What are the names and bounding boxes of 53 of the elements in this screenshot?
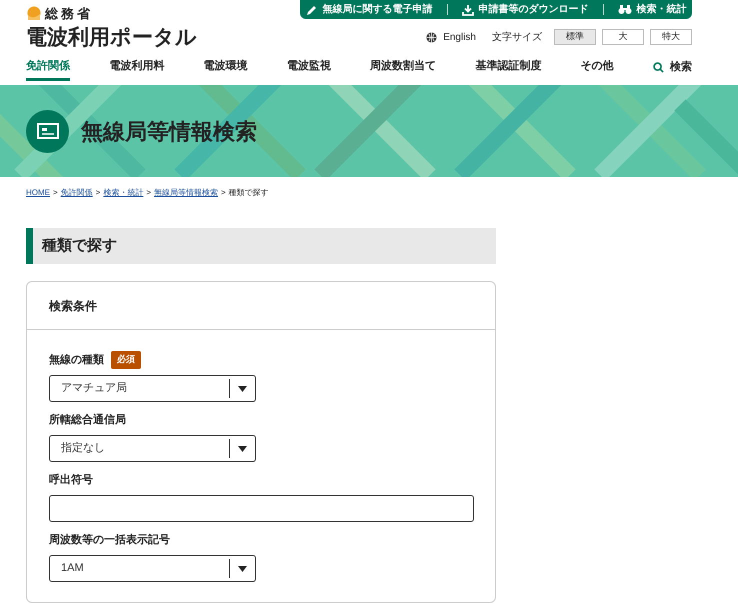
nav-tab[interactable]: 電波環境 [204, 58, 248, 81]
field-label: 所轄総合通信局 [49, 412, 126, 428]
breadcrumb-link[interactable]: 免許関係 [60, 187, 93, 199]
section-heading: 種類で探す [26, 228, 496, 264]
select-field[interactable]: アマチュア局 [49, 375, 256, 402]
field-label: 呼出符号 [49, 472, 93, 488]
top-link[interactable]: 検索・統計 [618, 2, 686, 17]
breadcrumb-separator: > [221, 187, 226, 199]
site-title[interactable]: 電波利用ポータル [26, 27, 197, 48]
nav-tab[interactable]: 電波監視 [286, 58, 331, 81]
select-value: 指定なし [60, 440, 106, 456]
breadcrumb-separator: > [53, 187, 58, 199]
breadcrumb-link[interactable]: 無線局等情報検索 [154, 187, 218, 199]
page-title: 無線局等情報検索 [81, 118, 257, 146]
search-link[interactable]: 検索 [652, 58, 692, 77]
globe-icon [426, 32, 438, 42]
breadcrumb-current: 種類で探す [228, 187, 269, 199]
caret-icon [238, 566, 247, 572]
top-link[interactable]: 申請書等のダウンロード [462, 2, 588, 17]
caret-icon [238, 386, 247, 392]
caret-icon [238, 446, 247, 452]
logo-icon [26, 6, 41, 21]
nav-tab[interactable]: 免許関係 [26, 58, 70, 81]
card-title: 検索条件 [49, 298, 97, 314]
select-field[interactable]: 1AM [49, 555, 256, 582]
breadcrumb-separator: > [146, 187, 152, 199]
font-size-button[interactable]: 特大 [650, 29, 692, 45]
breadcrumb-link[interactable]: 検索・統計 [103, 187, 144, 199]
nav-tab[interactable]: 基準認証制度 [475, 58, 542, 81]
top-link[interactable]: 無線局に関する電子申請 [306, 2, 432, 17]
download-icon [462, 4, 474, 16]
language-link[interactable]: English [443, 30, 476, 44]
select-value: アマチュア局 [60, 381, 128, 396]
font-size-label: 文字サイズ [492, 30, 542, 44]
required-badge: 必須 [111, 351, 141, 369]
select-value: 1AM [60, 561, 85, 576]
nav-tab[interactable]: 周波数割当て [370, 58, 436, 81]
search-icon [652, 62, 664, 73]
select-field[interactable]: 指定なし [49, 435, 256, 462]
card-icon [36, 123, 58, 139]
font-size-button[interactable]: 標準 [554, 29, 596, 45]
text-field[interactable] [49, 495, 474, 522]
nav-tab[interactable]: その他 [580, 58, 614, 81]
breadcrumb-separator: > [96, 187, 100, 199]
ministry-name: 総務省 [45, 7, 93, 20]
field-label: 周波数等の一括表示記号 [49, 532, 170, 548]
pen-icon [306, 4, 318, 16]
breadcrumb-link[interactable]: HOME [26, 187, 50, 199]
font-size-button[interactable]: 大 [602, 29, 644, 45]
nav-tab[interactable]: 電波利用料 [109, 58, 164, 81]
field-label: 無線の種類 [49, 352, 104, 368]
binoculars-icon [618, 4, 632, 15]
search-label: 検索 [670, 60, 692, 76]
